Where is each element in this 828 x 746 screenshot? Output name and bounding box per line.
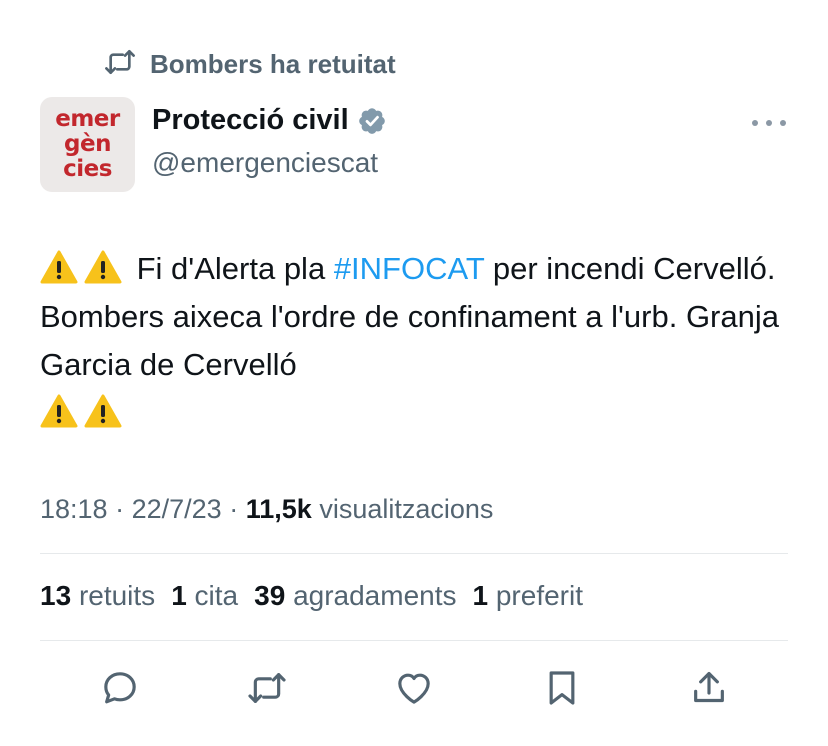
retweet-label: Bombers ha retuitat xyxy=(150,49,396,79)
quotes-label: cita xyxy=(194,580,239,611)
action-bar xyxy=(0,666,828,710)
more-options-icon[interactable] xyxy=(752,110,786,136)
bookmarks-stat[interactable]: 1 preferit xyxy=(473,580,584,612)
avatar[interactable]: emer gèn cies xyxy=(40,97,135,192)
author-handle[interactable]: @emergenciescat xyxy=(152,147,378,179)
bookmarks-label: preferit xyxy=(495,580,584,611)
warning-emoji-icon xyxy=(84,394,122,428)
tweet-meta: 18:18 · 22/7/23 · 11,5k visualitzacions xyxy=(40,494,493,525)
views-label: visualitzacions xyxy=(319,494,494,524)
meta-separator: · xyxy=(229,494,239,524)
divider xyxy=(40,640,788,641)
quotes-count: 1 xyxy=(171,580,187,611)
engagement-stats: 13 retuits 1 cita 39 agradaments 1 prefe… xyxy=(40,580,599,612)
author-name[interactable]: Protecció civil xyxy=(152,104,349,137)
divider xyxy=(40,553,788,554)
quotes-stat[interactable]: 1 cita xyxy=(171,580,238,612)
author-name-row: Protecció civil xyxy=(152,104,387,137)
retweet-button-icon[interactable] xyxy=(245,666,289,710)
retweets-count: 13 xyxy=(40,580,72,611)
tweet-time[interactable]: 18:18 xyxy=(40,494,108,524)
avatar-text-line: cies xyxy=(63,156,112,182)
meta-separator: · xyxy=(115,494,125,524)
hashtag-link[interactable]: #INFOCAT xyxy=(334,251,484,286)
heart-icon[interactable] xyxy=(392,666,436,710)
warning-emoji-icon xyxy=(84,250,122,284)
retweet-header[interactable]: Bombers ha retuitat xyxy=(104,46,396,83)
reply-icon[interactable] xyxy=(98,666,142,710)
bookmarks-count: 1 xyxy=(472,580,489,611)
bookmark-icon[interactable] xyxy=(540,666,584,710)
likes-count: 39 xyxy=(254,580,286,611)
retweets-label: retuits xyxy=(78,580,156,611)
tweet-date[interactable]: 22/7/23 xyxy=(132,494,222,524)
likes-stat[interactable]: 39 agradaments xyxy=(254,580,456,612)
avatar-text-line: gèn xyxy=(64,131,111,157)
tweet-text-part: Fi d'Alerta pla xyxy=(136,251,326,286)
views-count: 11,5k xyxy=(245,494,312,524)
likes-label: agradaments xyxy=(293,580,457,611)
tweet-text: Fi d'Alerta pla #INFOCAT per incendi Cer… xyxy=(40,245,800,437)
warning-emoji-icon xyxy=(40,394,78,428)
warning-emoji-icon xyxy=(40,250,78,284)
avatar-text-line: emer xyxy=(55,106,120,132)
share-icon[interactable] xyxy=(687,666,731,710)
verified-badge-icon[interactable] xyxy=(357,106,387,136)
retweets-stat[interactable]: 13 retuits xyxy=(40,580,155,612)
retweet-icon xyxy=(104,46,136,83)
